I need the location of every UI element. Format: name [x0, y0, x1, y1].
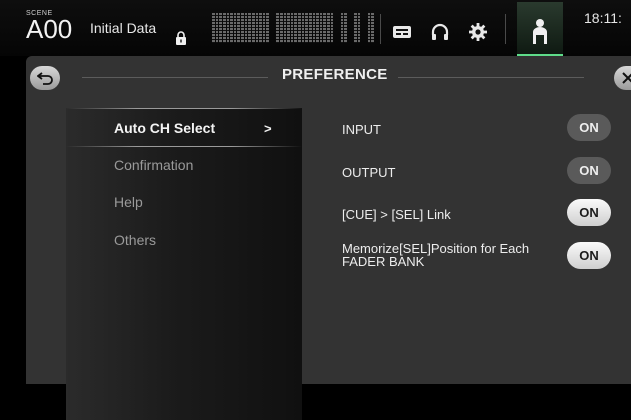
divider	[380, 14, 381, 44]
menu-item-help[interactable]: Help	[114, 194, 143, 210]
scene-number[interactable]: A00	[26, 14, 72, 44]
user-icon	[533, 19, 547, 44]
page-title: PREFERENCE	[282, 66, 388, 83]
headphones-icon[interactable]	[430, 22, 450, 42]
preference-panel: PREFERENCE Auto CH Select > Confirmation…	[26, 56, 631, 420]
setting-label-memorize-sel: Memorize[SEL]Position for Each FADER BAN…	[342, 241, 530, 269]
cue-sel-link-toggle[interactable]: ON	[567, 199, 611, 226]
scene-name[interactable]: Initial Data	[90, 20, 156, 36]
setting-label-output: OUTPUT	[342, 165, 396, 180]
clock: 18:11:	[584, 10, 622, 26]
divider	[505, 14, 506, 44]
memorize-sel-toggle[interactable]: ON	[567, 242, 611, 269]
output-toggle[interactable]: ON	[567, 157, 611, 184]
title-rule-left	[82, 77, 268, 78]
gear-icon[interactable]	[468, 22, 488, 42]
close-icon	[622, 72, 631, 84]
input-toggle[interactable]: ON	[567, 114, 611, 141]
setting-label-input: INPUT	[342, 122, 381, 137]
library-icon[interactable]	[392, 22, 412, 42]
channel-meters[interactable]	[212, 13, 374, 43]
back-arrow-icon	[37, 72, 53, 85]
menu-selection-rule	[66, 146, 302, 147]
menu-item-auto-ch-select[interactable]: Auto CH Select	[114, 120, 215, 136]
close-button[interactable]	[614, 66, 631, 90]
preference-menu	[66, 108, 302, 420]
menu-item-others[interactable]: Others	[114, 232, 156, 248]
menu-selection-rule	[66, 108, 302, 109]
top-bar: SCENE A00 Initial Data 18:11:	[0, 0, 631, 56]
menu-active-arrow: >	[264, 121, 272, 136]
user-button[interactable]	[517, 2, 563, 56]
lock-icon[interactable]	[175, 31, 187, 45]
back-button[interactable]	[30, 66, 60, 90]
setting-label-cue-sel-link: [CUE] > [SEL] Link	[342, 207, 451, 222]
title-rule-right	[398, 77, 584, 78]
menu-item-confirmation[interactable]: Confirmation	[114, 157, 193, 173]
